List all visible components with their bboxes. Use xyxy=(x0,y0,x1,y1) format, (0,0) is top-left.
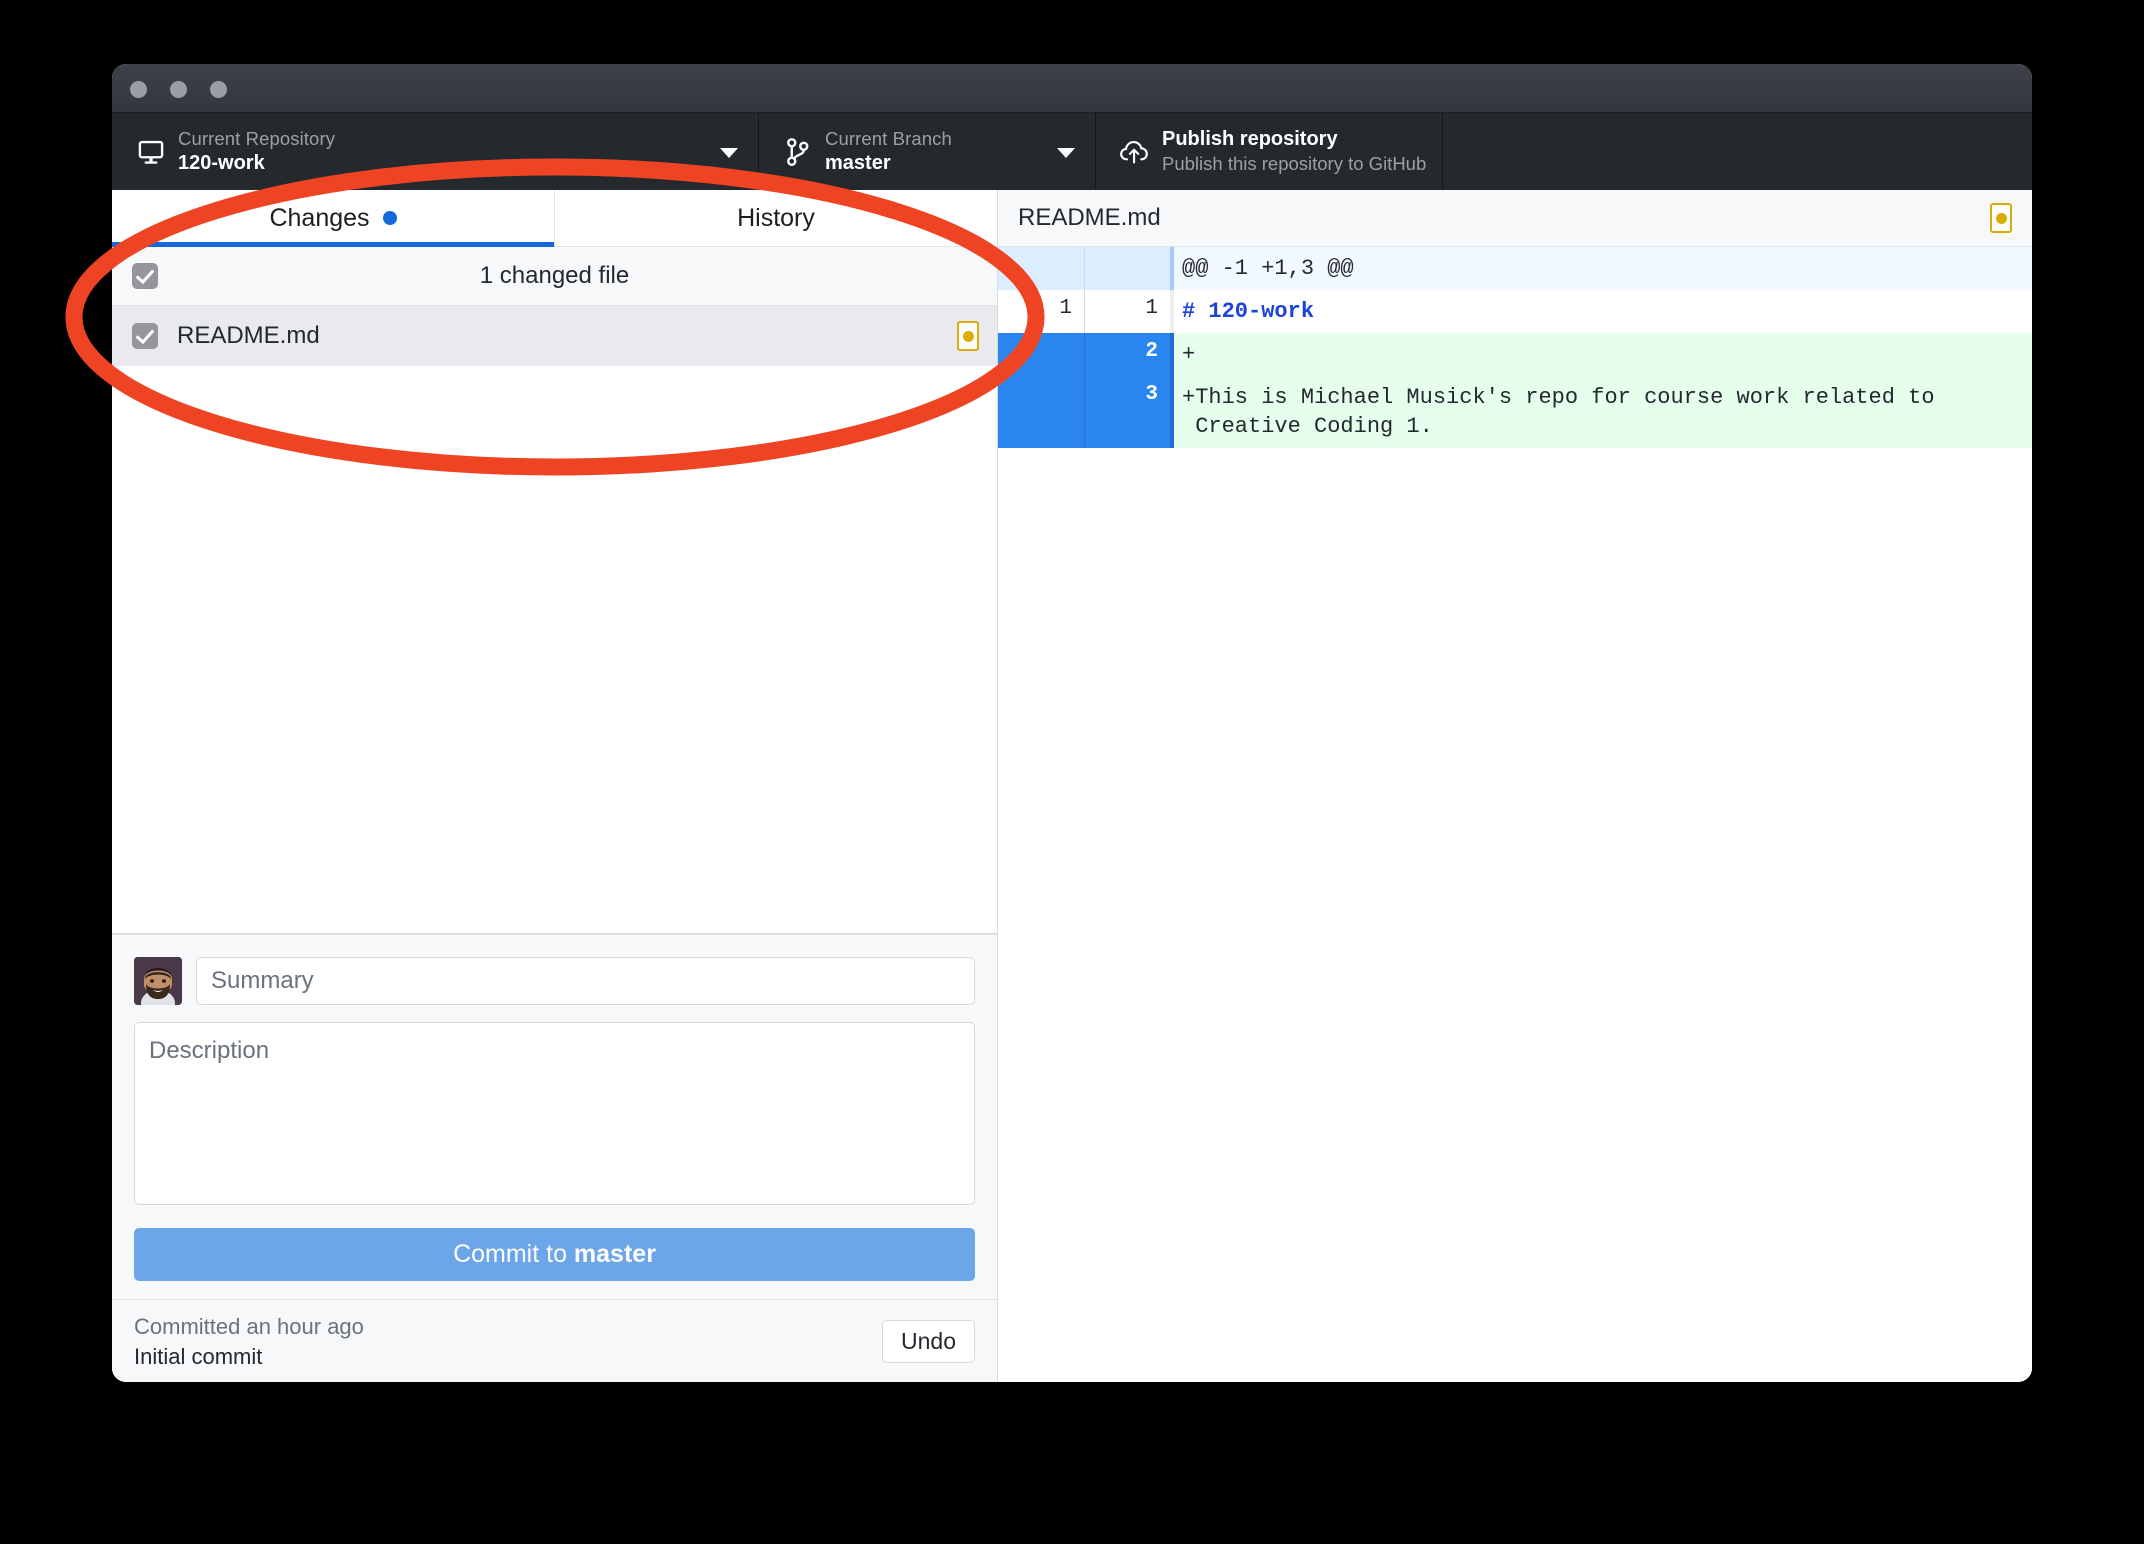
last-commit-time: Committed an hour ago xyxy=(134,1313,364,1339)
zoom-button[interactable] xyxy=(210,81,227,98)
diff-content[interactable]: @@ -1 +1,3 @@ 1 1 # 120-work 2 + 3 +This… xyxy=(998,247,2032,1382)
changed-files-header: 1 changed file xyxy=(112,247,997,306)
desktop-icon xyxy=(134,138,168,166)
app-toolbar: Current Repository 120-work Current Bran… xyxy=(112,113,2032,190)
current-branch-button[interactable]: Current Branch master xyxy=(759,113,1096,190)
close-button[interactable] xyxy=(130,81,147,98)
branch-icon xyxy=(781,137,815,167)
changes-indicator-dot xyxy=(382,211,397,225)
sidebar-tabs: Changes History xyxy=(112,190,997,247)
description-input[interactable] xyxy=(134,1022,975,1205)
file-checkbox[interactable] xyxy=(132,323,158,349)
tab-history[interactable]: History xyxy=(554,190,997,246)
diff-new-lineno xyxy=(1084,247,1170,291)
diff-new-lineno: 3 xyxy=(1084,376,1170,449)
undo-button[interactable]: Undo xyxy=(882,1320,975,1363)
last-commit-undo-bar: Committed an hour ago Initial commit Und… xyxy=(112,1299,997,1382)
last-commit-info: Committed an hour ago Initial commit xyxy=(134,1312,882,1371)
diff-panel: README.md @@ -1 +1,3 @@ 1 1 # 120-work 2… xyxy=(998,190,2032,1382)
diff-code: @@ -1 +1,3 @@ xyxy=(1170,247,2032,291)
publish-repository-title: Publish repository xyxy=(1162,128,1338,151)
diff-header: README.md xyxy=(998,190,2032,247)
diff-code-heading: # 120-work xyxy=(1182,299,1315,325)
current-repository-label: Current Repository xyxy=(178,127,336,149)
summary-input[interactable] xyxy=(196,957,975,1005)
current-branch-value: master xyxy=(825,152,891,175)
current-repository-value: 120-work xyxy=(178,152,265,175)
screen: Current Repository 120-work Current Bran… xyxy=(0,0,2144,1544)
changes-sidebar: Changes History 1 changed file README.md xyxy=(112,190,998,1382)
diff-line-context: 1 1 # 120-work xyxy=(998,290,2032,334)
current-repository-button[interactable]: Current Repository 120-work xyxy=(112,113,759,190)
diff-new-lineno: 2 xyxy=(1084,333,1170,377)
commit-form: Commit to master xyxy=(112,934,997,1299)
diff-modified-status-icon xyxy=(1990,203,2012,233)
chevron-down-icon xyxy=(720,147,738,158)
diff-code: +This is Michael Musick's repo for cours… xyxy=(1170,376,2032,449)
file-name: README.md xyxy=(177,322,320,349)
last-commit-message: Initial commit xyxy=(134,1343,263,1369)
publish-repository-button[interactable]: Publish repository Publish this reposito… xyxy=(1096,113,1443,190)
modified-status-icon xyxy=(957,321,979,351)
diff-old-lineno: 1 xyxy=(998,290,1084,334)
list-item[interactable]: README.md xyxy=(112,306,997,366)
diff-new-lineno: 1 xyxy=(1084,290,1170,334)
diff-line-added: 3 +This is Michael Musick's repo for cou… xyxy=(998,376,2032,449)
commit-button-prefix: Commit to xyxy=(453,1240,574,1268)
cloud-upload-icon xyxy=(1118,139,1152,165)
diff-old-lineno xyxy=(998,376,1084,449)
current-branch-label: Current Branch xyxy=(825,127,952,149)
tab-changes[interactable]: Changes xyxy=(112,190,554,247)
select-all-checkbox[interactable] xyxy=(132,263,158,289)
avatar xyxy=(134,957,182,1005)
file-list-empty-space xyxy=(112,366,997,934)
minimize-button[interactable] xyxy=(170,81,187,98)
diff-old-lineno xyxy=(998,247,1084,291)
diff-line-added: 2 + xyxy=(998,333,2032,377)
chevron-down-icon xyxy=(1057,147,1075,158)
app-body: Changes History 1 changed file README.md xyxy=(112,190,2032,1382)
tab-changes-label: Changes xyxy=(269,203,370,232)
diff-code: + xyxy=(1170,333,2032,377)
github-desktop-window: Current Repository 120-work Current Bran… xyxy=(112,64,2032,1382)
summary-row xyxy=(134,957,975,1005)
commit-button-branch: master xyxy=(573,1240,656,1268)
tab-history-label: History xyxy=(737,203,815,232)
diff-file-name: README.md xyxy=(1018,204,1161,231)
publish-repository-subtitle: Publish this repository to GitHub xyxy=(1162,153,1427,175)
changed-files-count: 1 changed file xyxy=(479,262,630,289)
diff-line-hunk: @@ -1 +1,3 @@ xyxy=(998,247,2032,291)
diff-code: # 120-work xyxy=(1170,290,2032,334)
diff-old-lineno xyxy=(998,333,1084,377)
commit-button[interactable]: Commit to master xyxy=(134,1228,975,1281)
window-titlebar xyxy=(112,64,2032,113)
